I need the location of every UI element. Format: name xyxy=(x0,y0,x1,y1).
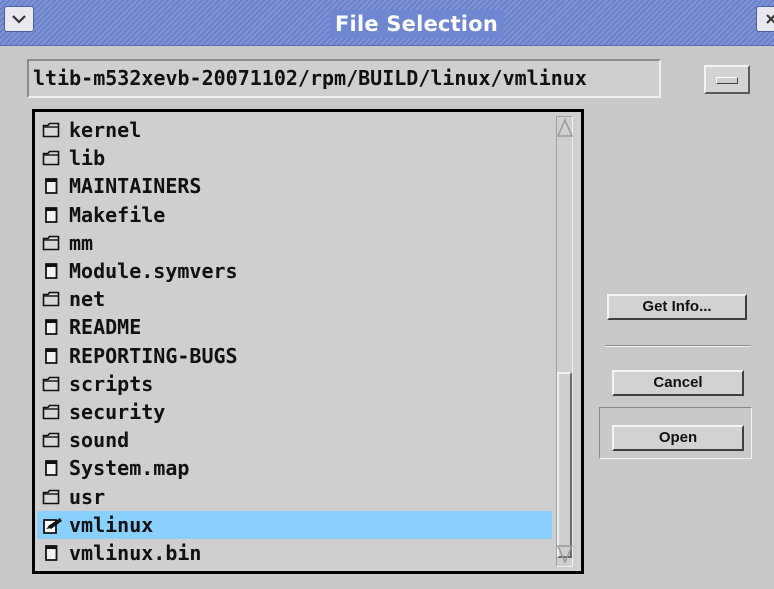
list-item-label: security xyxy=(69,400,166,424)
list-item[interactable]: Module.symvers xyxy=(37,257,552,285)
list-item[interactable]: sound xyxy=(37,426,552,454)
close-button[interactable] xyxy=(756,6,774,32)
file-list[interactable]: kernel lib MAINTAINERS Makefile mm Module.sym… xyxy=(37,114,552,569)
file-icon xyxy=(42,178,60,195)
folder-icon xyxy=(42,489,60,505)
close-icon xyxy=(766,14,774,24)
title-bar[interactable]: File Selection xyxy=(0,0,774,46)
popup-bar-icon xyxy=(716,77,738,84)
list-item[interactable]: README xyxy=(37,313,552,341)
list-item-label: scripts xyxy=(69,371,154,396)
open-button[interactable]: Open xyxy=(612,425,744,451)
path-popup-button[interactable] xyxy=(704,65,750,94)
list-item[interactable]: MAINTAINERS xyxy=(37,172,552,200)
file-icon xyxy=(42,206,60,223)
scroll-up-arrow-icon[interactable] xyxy=(557,118,573,138)
list-item[interactable]: Makefile xyxy=(37,201,552,229)
folder-icon xyxy=(42,291,60,307)
list-item-label: lib xyxy=(69,146,106,171)
list-item-label: README xyxy=(69,315,142,340)
list-item[interactable]: security xyxy=(37,398,552,426)
path-display: ltib-m532xevb-20071102/rpm/BUILD/linux/v… xyxy=(27,59,661,98)
list-item[interactable]: System.map xyxy=(37,454,552,482)
scrollbar[interactable] xyxy=(552,114,577,569)
scroll-down-arrow-icon[interactable] xyxy=(557,544,573,564)
list-item[interactable]: REPORTING-BUGS xyxy=(37,342,552,370)
folder-icon xyxy=(42,432,60,448)
cancel-button[interactable]: Cancel xyxy=(612,370,744,396)
file-icon xyxy=(42,460,60,477)
file-list-frame: kernel lib MAINTAINERS Makefile mm Module.sym… xyxy=(32,109,584,574)
list-item-label: mm xyxy=(69,230,94,255)
file-icon xyxy=(42,319,60,336)
folder-icon xyxy=(42,235,60,251)
folder-icon xyxy=(42,150,60,166)
file-icon xyxy=(42,545,60,561)
list-item-label: vmlinux.bin xyxy=(69,541,202,565)
list-item[interactable]: mm xyxy=(37,229,552,257)
list-item[interactable]: scripts xyxy=(37,370,552,398)
list-item-label: sound xyxy=(69,428,130,453)
folder-icon xyxy=(42,122,60,138)
scrollbar-thumb[interactable] xyxy=(557,372,572,558)
list-item-label: MAINTAINERS xyxy=(69,174,202,199)
list-item[interactable]: usr xyxy=(37,483,552,511)
list-item[interactable]: vmlinux.bin xyxy=(37,539,552,567)
list-item-label: usr xyxy=(69,484,106,509)
list-item[interactable]: kernel xyxy=(37,116,552,144)
window-title: File Selection xyxy=(329,10,504,38)
list-item-label: System.map xyxy=(69,456,190,481)
list-item[interactable]: lib xyxy=(37,144,552,172)
list-item-label: net xyxy=(69,287,106,312)
list-item[interactable]: net xyxy=(37,285,552,313)
separator xyxy=(605,345,751,347)
list-item-label: kernel xyxy=(69,118,142,142)
folder-icon xyxy=(42,376,60,392)
folder-icon xyxy=(42,404,60,420)
window-menu-button[interactable] xyxy=(4,6,34,32)
list-item-selected[interactable]: vmlinux xyxy=(37,510,552,539)
list-item-label: vmlinux xyxy=(69,512,154,537)
list-item-label: Makefile xyxy=(69,202,166,227)
file-icon xyxy=(42,347,60,364)
list-item-label: Module.symvers xyxy=(69,259,238,283)
chevron-down-icon xyxy=(12,15,26,24)
file-icon xyxy=(42,263,60,279)
get-info-button[interactable]: Get Info... xyxy=(607,294,747,320)
list-item-label: REPORTING-BUGS xyxy=(69,343,238,368)
file-selection-dialog: File Selection ltib-m532xevb-20071102/rp… xyxy=(0,0,774,589)
executable-file-icon xyxy=(42,517,62,534)
